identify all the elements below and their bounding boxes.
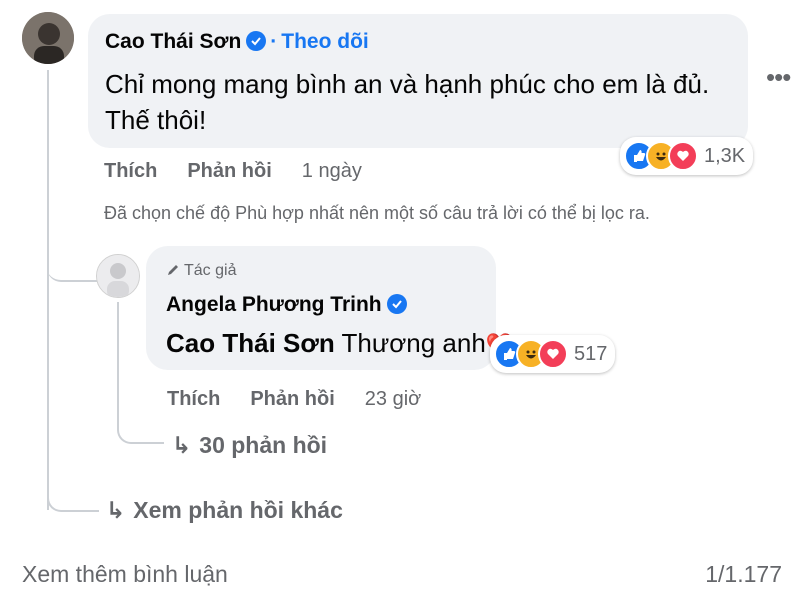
reply-timestamp[interactable]: 23 giờ bbox=[365, 388, 421, 410]
view-replies-label: 30 phản hồi bbox=[199, 432, 328, 458]
comment-reactions[interactable]: 1,3K bbox=[620, 137, 754, 175]
author-badge-label: Tác giả bbox=[184, 262, 237, 279]
reply-reply-button[interactable]: Phản hồi bbox=[250, 388, 334, 410]
comment-pager: 1/1.177 bbox=[705, 561, 782, 587]
avatar-commenter[interactable] bbox=[22, 12, 74, 64]
like-button[interactable]: Thích bbox=[104, 160, 157, 182]
thread-line-main bbox=[47, 70, 49, 510]
filter-notice: Đã chọn chế độ Phù hợp nhất nên một số c… bbox=[104, 203, 650, 223]
see-more-comments-link[interactable]: Xem thêm bình luận bbox=[22, 561, 228, 588]
author-badge: Tác giả bbox=[166, 262, 236, 280]
verified-badge-icon bbox=[246, 31, 267, 51]
see-other-replies-link[interactable]: ↳ Xem phản hồi khác bbox=[106, 497, 343, 524]
reply-button[interactable]: Phản hồi bbox=[187, 160, 271, 182]
pencil-icon bbox=[168, 265, 178, 275]
thread-line-branch-reply bbox=[47, 200, 97, 282]
reply-arrow-icon: ↳ bbox=[172, 432, 192, 458]
reply-message: Thương anh bbox=[334, 328, 486, 358]
reply-reaction-count: 517 bbox=[574, 342, 608, 365]
verified-badge-icon bbox=[386, 294, 407, 314]
reply-reactions[interactable]: 517 bbox=[490, 335, 616, 373]
reply-author-row: Angela Phương Trinh bbox=[166, 293, 407, 317]
reply-actions: Thích Phản hồi 23 giờ bbox=[167, 388, 451, 411]
see-other-replies-label: Xem phản hồi khác bbox=[133, 497, 343, 523]
view-replies-link[interactable]: ↳ 30 phản hồi bbox=[172, 432, 327, 459]
comment-actions: Thích Phản hồi 1 ngày bbox=[104, 160, 392, 183]
comment-author-row: Cao Thái Sơn · Theo dõi bbox=[105, 30, 369, 54]
love-reaction-icon bbox=[668, 141, 698, 171]
reply-author-name[interactable]: Angela Phương Trinh bbox=[166, 293, 382, 316]
follow-button[interactable]: Theo dõi bbox=[281, 30, 369, 53]
comment-author-name[interactable]: Cao Thái Sơn bbox=[105, 30, 241, 53]
reply-arrow-icon: ↳ bbox=[106, 497, 126, 523]
comment-reaction-count: 1,3K bbox=[704, 144, 746, 167]
author-separator: · bbox=[270, 30, 278, 53]
comment-text: Chỉ mong mang bình an và hạnh phúc cho e… bbox=[105, 69, 710, 135]
avatar-author-reply[interactable] bbox=[96, 254, 140, 298]
reply-like-button[interactable]: Thích bbox=[167, 388, 220, 410]
mention-link[interactable]: Cao Thái Sơn bbox=[166, 328, 335, 358]
thread-line-branch-more bbox=[47, 470, 99, 512]
reply-text: Cao Thái Sơn Thương anh❤️ bbox=[166, 328, 513, 359]
more-horizontal-icon[interactable]: ••• bbox=[766, 64, 791, 90]
comment-timestamp[interactable]: 1 ngày bbox=[302, 160, 362, 182]
love-reaction-icon bbox=[538, 339, 568, 369]
